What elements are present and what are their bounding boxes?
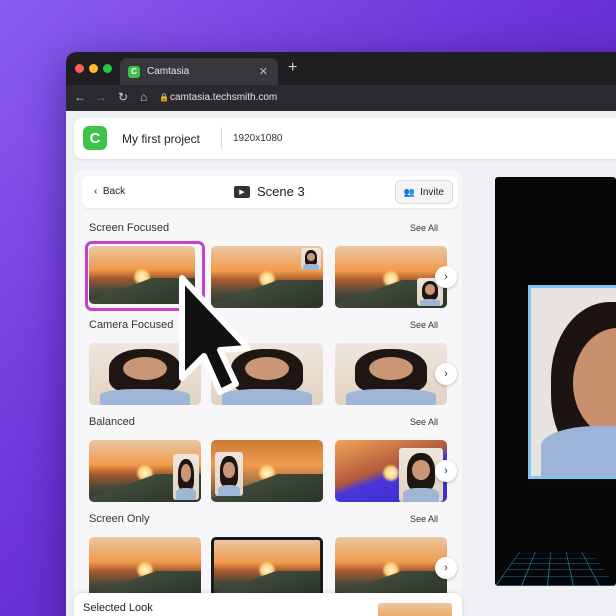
users-icon: 👥 xyxy=(403,186,416,197)
scene-title: ▶ Scene 3 xyxy=(234,184,305,199)
section-title-screen-focused: Screen Focused xyxy=(89,222,170,234)
chevron-right-icon[interactable]: › xyxy=(435,266,457,288)
look-thumb-balanced-3[interactable] xyxy=(335,440,447,502)
see-all-balanced[interactable]: See All xyxy=(410,417,438,427)
see-all-screen-only[interactable]: See All xyxy=(410,514,438,524)
see-all-screen-focused[interactable]: See All xyxy=(410,223,438,233)
looks-panel: ‹ Back ▶ Scene 3 👥 Invite Screen Focused… xyxy=(74,169,462,616)
header-divider xyxy=(221,127,222,149)
invite-label: Invite xyxy=(420,186,444,198)
camera-overlay xyxy=(173,454,199,500)
close-tab-icon[interactable]: ✕ xyxy=(259,65,268,78)
chevron-right-icon[interactable]: › xyxy=(435,460,457,482)
look-thumb-screen-only-3[interactable] xyxy=(335,537,447,599)
camtasia-app-logo-icon: C xyxy=(83,126,107,150)
section-title-screen-only: Screen Only xyxy=(89,513,150,525)
look-thumb-screen-only-1[interactable] xyxy=(89,537,201,599)
chevron-left-icon: ‹ xyxy=(94,186,103,197)
chevron-right-icon[interactable]: › xyxy=(435,557,457,579)
preview-camera-feed[interactable] xyxy=(528,285,616,479)
look-thumb-screen-focused-3[interactable] xyxy=(335,246,447,308)
camera-overlay xyxy=(215,452,243,496)
scene-header: ‹ Back ▶ Scene 3 👥 Invite xyxy=(82,176,458,208)
camera-overlay xyxy=(301,248,321,270)
project-name[interactable]: My first project xyxy=(122,132,200,146)
video-scene-icon: ▶ xyxy=(234,185,250,198)
maximize-window-dot[interactable] xyxy=(103,64,112,73)
browser-tab-bar: C Camtasia ✕ + xyxy=(66,52,616,85)
selected-look-thumb[interactable] xyxy=(378,603,452,616)
home-icon[interactable]: ⌂ xyxy=(140,90,147,104)
back-button[interactable]: ‹ Back xyxy=(94,186,125,197)
reload-icon[interactable]: ↻ xyxy=(118,90,128,104)
scene-title-text: Scene 3 xyxy=(257,184,305,199)
camtasia-logo-icon: C xyxy=(128,65,140,78)
preview-grid-floor xyxy=(495,551,616,586)
forward-arrow-icon[interactable]: → xyxy=(95,90,107,104)
close-window-dot[interactable] xyxy=(75,64,84,73)
tab-title: Camtasia xyxy=(147,66,190,77)
app-header: C My first project 1920x1080 xyxy=(74,118,616,159)
selected-look-bar: Selected Look xyxy=(74,593,462,616)
minimize-window-dot[interactable] xyxy=(89,64,98,73)
section-title-balanced: Balanced xyxy=(89,416,135,428)
new-tab-icon[interactable]: + xyxy=(288,59,297,77)
scene-preview-canvas[interactable] xyxy=(495,177,616,586)
see-all-camera-focused[interactable]: See All xyxy=(410,320,438,330)
resolution-label: 1920x1080 xyxy=(233,133,283,144)
url-text[interactable]: camtasia.techsmith.com xyxy=(170,92,277,103)
look-thumb-balanced-2[interactable] xyxy=(211,440,323,502)
lock-icon: 🔒 xyxy=(159,93,169,102)
browser-tab-camtasia[interactable]: C Camtasia ✕ xyxy=(120,58,278,85)
look-thumb-camera-focused-3[interactable] xyxy=(335,343,447,405)
back-arrow-icon[interactable]: ← xyxy=(74,90,86,104)
mouse-pointer-icon xyxy=(179,275,250,395)
address-bar: ← → ↻ ⌂ 🔒 camtasia.techsmith.com xyxy=(66,85,616,111)
back-label: Back xyxy=(102,186,126,197)
look-thumb-screen-only-2[interactable] xyxy=(211,537,323,599)
section-title-camera-focused: Camera Focused xyxy=(89,319,174,331)
invite-button[interactable]: 👥 Invite xyxy=(394,180,453,204)
look-thumb-balanced-1[interactable] xyxy=(89,440,201,502)
selected-look-label: Selected Look xyxy=(83,602,153,614)
chevron-right-icon[interactable]: › xyxy=(435,363,457,385)
